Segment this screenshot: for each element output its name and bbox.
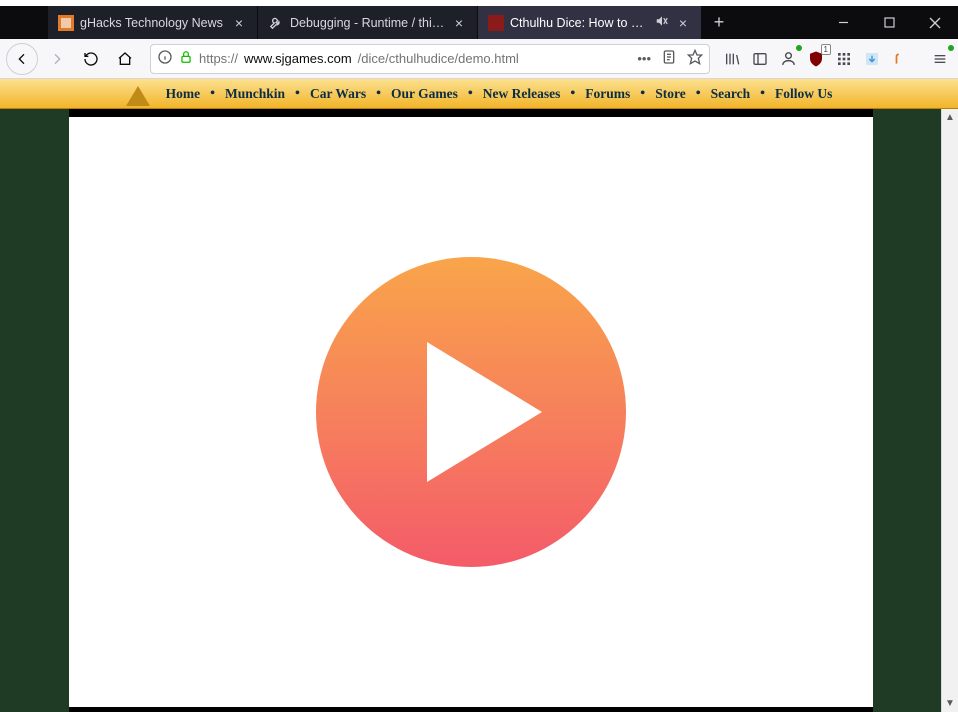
reload-button[interactable]	[76, 44, 106, 74]
nav-separator: •	[295, 86, 300, 102]
vertical-scrollbar[interactable]: ▲ ▼	[941, 109, 958, 712]
back-button[interactable]	[6, 43, 38, 75]
nav-link-home[interactable]: Home	[166, 86, 201, 102]
tab-label: Cthulhu Dice: How to Play	[510, 16, 649, 30]
favicon-ghacks	[58, 15, 74, 31]
menu-icon[interactable]	[928, 47, 952, 71]
nav-separator: •	[760, 86, 765, 102]
ublock-badge: 1	[821, 44, 831, 55]
page-actions-icon[interactable]: •••	[637, 51, 651, 66]
nav-separator: •	[570, 86, 575, 102]
info-icon[interactable]	[157, 49, 173, 68]
tab-strip: gHacks Technology News × Debugging - Run…	[0, 6, 958, 39]
nav-link-followus[interactable]: Follow Us	[775, 86, 832, 102]
forward-button[interactable]	[42, 44, 72, 74]
tab-cthulhu[interactable]: Cthulhu Dice: How to Play ×	[478, 6, 702, 39]
notification-dot-icon	[948, 45, 954, 51]
tab-label: gHacks Technology News	[80, 16, 225, 30]
wrench-icon	[268, 15, 284, 31]
nav-separator: •	[640, 86, 645, 102]
browser-toolbar: https:// www.sjgames.com/dice/cthulhudice…	[0, 39, 958, 79]
url-host: www.sjgames.com	[244, 51, 352, 66]
home-button[interactable]	[110, 44, 140, 74]
window-close-button[interactable]	[912, 6, 958, 39]
site-logo-icon[interactable]	[126, 86, 150, 106]
ext-icon-orange[interactable]	[888, 47, 912, 71]
video-player-frame	[69, 109, 873, 712]
nav-link-forums[interactable]: Forums	[585, 86, 630, 102]
mute-icon[interactable]	[655, 14, 669, 31]
nav-link-munchkin[interactable]: Munchkin	[225, 86, 285, 102]
play-icon	[427, 342, 542, 482]
nav-link-ourgames[interactable]: Our Games	[391, 86, 458, 102]
nav-link-search[interactable]: Search	[711, 86, 751, 102]
site-nav-bar: Home • Munchkin • Car Wars • Our Games • New…	[0, 79, 958, 109]
download-ext-icon[interactable]	[860, 47, 884, 71]
lock-icon[interactable]	[179, 50, 193, 67]
page-content	[0, 109, 941, 712]
nav-separator: •	[376, 86, 381, 102]
tab-label: Debugging - Runtime / this-fir	[290, 16, 445, 30]
video-player[interactable]	[69, 117, 873, 707]
nav-link-carwars[interactable]: Car Wars	[310, 86, 366, 102]
scroll-up-icon[interactable]: ▲	[942, 109, 958, 126]
notification-dot-icon	[796, 45, 802, 51]
favicon-sjgames	[488, 15, 504, 31]
window-controls	[820, 6, 958, 39]
nav-separator: •	[210, 86, 215, 102]
tabstrip-spacer	[736, 6, 820, 39]
maximize-button[interactable]	[866, 6, 912, 39]
play-button[interactable]	[316, 257, 626, 567]
nav-link-store[interactable]: Store	[655, 86, 686, 102]
close-icon[interactable]: ×	[451, 15, 467, 31]
url-path: /dice/cthulhudice/demo.html	[358, 51, 519, 66]
viewport: ▲ ▼	[0, 109, 958, 712]
reader-mode-icon[interactable]	[661, 49, 677, 68]
tab-debugging[interactable]: Debugging - Runtime / this-fir ×	[258, 6, 478, 39]
minimize-button[interactable]	[820, 6, 866, 39]
close-icon[interactable]: ×	[675, 15, 691, 31]
close-icon[interactable]: ×	[231, 15, 247, 31]
url-bar[interactable]: https:// www.sjgames.com/dice/cthulhudice…	[150, 44, 710, 74]
url-scheme: https://	[199, 51, 238, 66]
nav-separator: •	[696, 86, 701, 102]
ublock-icon[interactable]: 1	[804, 47, 828, 71]
sidebar-icon[interactable]	[748, 47, 772, 71]
apps-grid-icon[interactable]	[832, 47, 856, 71]
nav-separator: •	[468, 86, 473, 102]
tabstrip-leading-spacer	[0, 6, 48, 39]
tab-ghacks[interactable]: gHacks Technology News ×	[48, 6, 258, 39]
account-icon[interactable]	[776, 47, 800, 71]
library-icon[interactable]	[720, 47, 744, 71]
nav-link-newreleases[interactable]: New Releases	[483, 86, 561, 102]
scroll-down-icon[interactable]: ▼	[942, 695, 958, 712]
new-tab-button[interactable]: +	[702, 6, 736, 39]
bookmark-star-icon[interactable]	[687, 49, 703, 68]
